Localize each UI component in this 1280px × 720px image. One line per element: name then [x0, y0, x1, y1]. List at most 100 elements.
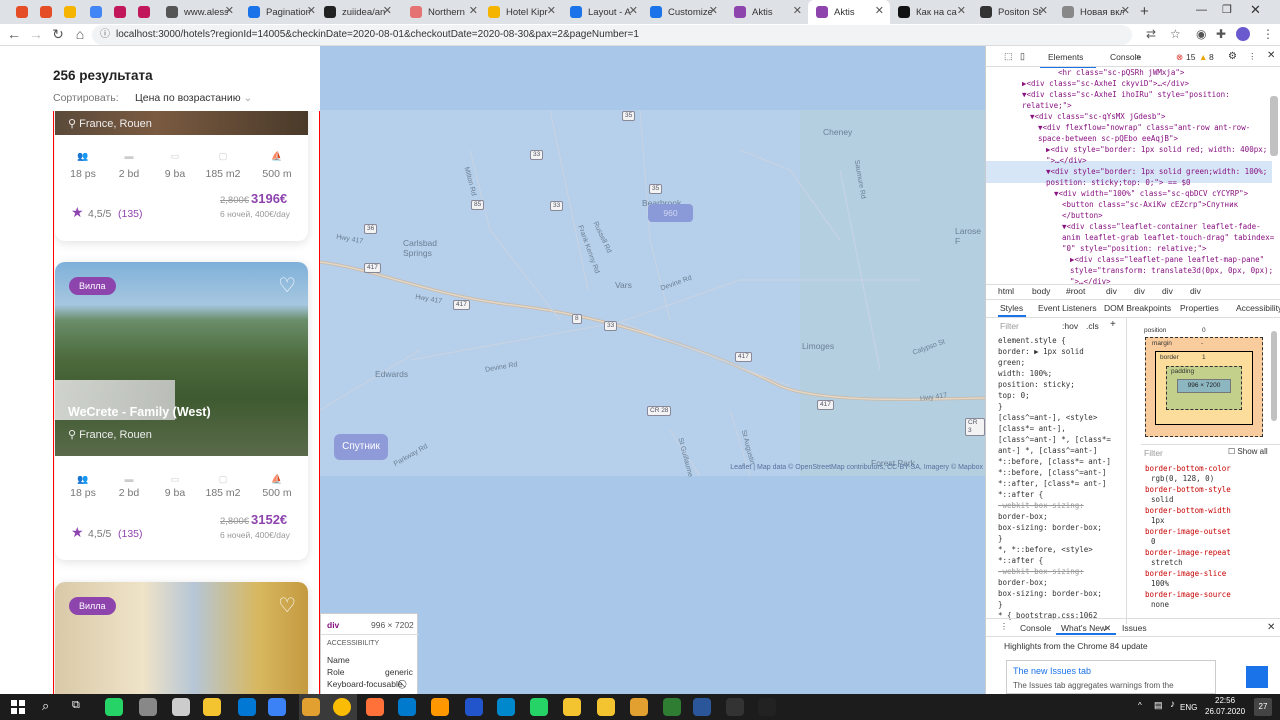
boxmodel-padding[interactable]: padding 996 × 7200 [1166, 366, 1242, 410]
browser-tab[interactable]: Hotel Kipr ✕ [480, 0, 562, 24]
style-rule-line[interactable]: *, *::before, <style> [998, 545, 1093, 554]
styles-scrollbar[interactable] [1271, 331, 1277, 421]
dom-node-line[interactable]: ">…</div> [1046, 156, 1087, 165]
dom-node-line[interactable]: ▶<div class="leaflet-pane leaflet-map-pa… [1070, 255, 1264, 264]
tab-elements[interactable]: Elements [1048, 52, 1083, 62]
task-view-icon[interactable]: ⧉ [72, 699, 80, 712]
style-rule-line[interactable]: ant-] *, [class^=ant-] [998, 446, 1097, 455]
chrome-taskbar-icon[interactable] [333, 698, 351, 716]
style-rule-line[interactable]: position: sticky; [998, 380, 1075, 389]
browser-tab[interactable]: Aktis ✕ [726, 0, 808, 24]
cls-toggle[interactable]: .cls [1086, 321, 1099, 331]
dom-node-line[interactable]: </button> [1062, 211, 1103, 220]
styles-subtab[interactable]: DOM Breakpoints [1104, 303, 1171, 313]
style-rule-line[interactable]: top: 0; [998, 391, 1030, 400]
computed-property[interactable]: border-image-slice [1145, 569, 1226, 578]
whats-new-card[interactable]: The new Issues tab The Issues tab aggreg… [1006, 660, 1216, 694]
close-window-icon[interactable]: ✕ [1250, 2, 1261, 18]
hotel-title[interactable]: WeCrete - Family (West) [68, 405, 211, 419]
breadcrumb-item[interactable]: #root [1066, 286, 1085, 296]
browser-tab[interactable] [132, 0, 156, 24]
style-rule-line[interactable]: box-sizing: border-box; [998, 523, 1102, 532]
app-icon[interactable] [302, 698, 320, 716]
extensions-icon[interactable]: ✚ [1216, 27, 1226, 41]
warning-icon[interactable]: ▲ [1199, 52, 1207, 62]
style-rule-line[interactable]: *::after { [998, 556, 1043, 565]
dom-node-line[interactable]: style="transform: translate3d(0px, 0px, … [1070, 266, 1273, 275]
dom-node-line[interactable]: ▼<div class="sc-qYsMX jGdesb"> [1030, 112, 1165, 121]
dom-node-line[interactable]: position: sticky;top: 0;"> == $0 [1046, 178, 1191, 187]
volume-icon[interactable]: ♪ [1170, 699, 1175, 710]
explorer-icon[interactable] [203, 698, 221, 716]
app-icon[interactable] [630, 698, 648, 716]
forward-arrow-icon[interactable]: → [26, 26, 46, 42]
profile-avatar[interactable] [1236, 27, 1250, 41]
vscode-icon[interactable] [398, 698, 416, 716]
sublime-icon[interactable] [431, 698, 449, 716]
new-tab-button[interactable]: + [1140, 3, 1149, 20]
style-rule-line[interactable]: border: ▶ 1px solid [998, 347, 1084, 356]
app-icon[interactable] [563, 698, 581, 716]
map-container[interactable]: Cheney Bearbrook Carlsbad Springs Vars E… [320, 46, 985, 694]
browser-tab[interactable] [84, 0, 108, 24]
browser-tab[interactable]: Layout - A ✕ [562, 0, 644, 24]
browser-tab[interactable] [58, 0, 82, 24]
settings-gear-icon[interactable]: ⚙ [1228, 51, 1237, 62]
styles-subtab[interactable]: Accessibility [1236, 303, 1280, 313]
breadcrumb-item[interactable]: body [1032, 286, 1050, 296]
breadcrumb-item[interactable]: div [1106, 286, 1117, 296]
drawer-tab-whats-new[interactable]: What's New [1061, 623, 1106, 633]
browser-tab[interactable]: Новая вкладка✕ [1054, 0, 1136, 24]
close-drawer-icon[interactable]: ✕ [1267, 622, 1275, 633]
style-rule-line[interactable]: } [998, 402, 1003, 411]
dom-node-line[interactable]: relative;"> [1022, 101, 1072, 110]
browser-tab[interactable]: Aktis ✕ [808, 0, 890, 24]
add-style-icon[interactable]: + [1110, 319, 1116, 330]
map-attribution[interactable]: Leaflet | Map data © OpenStreetMap contr… [730, 464, 983, 471]
maximize-icon[interactable]: ❐ [1222, 3, 1232, 16]
dom-node-line[interactable]: anim leaflet-grab leaflet-touch-drag" ta… [1062, 233, 1274, 242]
error-icon[interactable]: ⊗ [1176, 52, 1183, 63]
drawer-tab-console[interactable]: Console [1020, 623, 1051, 633]
app-icon[interactable] [663, 698, 681, 716]
menu-dots-icon[interactable]: ⋮ [1262, 27, 1274, 41]
style-rule-line[interactable]: [class*= ant-], [998, 424, 1066, 433]
mail-icon[interactable] [172, 698, 190, 716]
breadcrumb-item[interactable]: div [1134, 286, 1145, 296]
clock-date[interactable]: 26.07.2020 [1205, 707, 1245, 716]
show-all-checkbox[interactable]: ☐ Show all [1228, 447, 1268, 456]
whats-new-card-title[interactable]: The new Issues tab [1013, 666, 1091, 676]
device-toolbar-icon[interactable]: ▯ [1020, 51, 1025, 62]
word-icon[interactable] [693, 698, 711, 716]
translate-icon[interactable]: ⇄ [1146, 27, 1156, 41]
input-language[interactable]: ENG [1180, 703, 1197, 712]
breadcrumb-item[interactable]: div [1162, 286, 1173, 296]
browser-tab[interactable]: www.alessi ✕ [158, 0, 240, 24]
app-icon[interactable] [497, 698, 515, 716]
computed-property[interactable]: border-image-outset [1145, 527, 1231, 536]
styles-subtab[interactable]: Styles [1000, 303, 1023, 313]
browser-tab[interactable]: Positon St ✕ [972, 0, 1054, 24]
dom-node-line[interactable]: ▶<div style="border: 1px solid red; widt… [1046, 145, 1267, 154]
style-rule-line[interactable]: [class^=ant-], <style> [998, 413, 1097, 422]
app-icon[interactable] [465, 698, 483, 716]
computed-pane[interactable]: border-bottom-color rgb(0, 128, 0) border-… [1141, 462, 1280, 622]
tab-close-icon[interactable]: ✕ [1039, 4, 1048, 17]
dom-node-line[interactable]: ▶<div class="sc-AxheI ckyviD">…</div> [1022, 79, 1189, 88]
dom-node-line[interactable]: ▼<div style="border: 1px solid green;wid… [1046, 167, 1267, 176]
styles-subtab[interactable]: Event Listeners [1038, 303, 1097, 313]
search-icon[interactable]: ⌕ [42, 698, 49, 714]
dom-scrollbar[interactable] [1270, 96, 1278, 156]
breadcrumb-item[interactable]: div [1190, 286, 1201, 296]
computed-property[interactable]: border-bottom-color [1145, 464, 1231, 473]
clock-time[interactable]: 22:56 [1215, 696, 1235, 705]
dom-node-line[interactable]: ▼<div class="leaflet-container leaflet-f… [1062, 222, 1261, 231]
style-rule-line[interactable]: border-box; [998, 578, 1048, 587]
tab-close-icon[interactable]: ✕ [383, 4, 392, 17]
boxmodel-margin[interactable]: margin - border 1 padding 996 × 7200 [1145, 337, 1263, 437]
style-rule-line[interactable]: -webkit-box-sizing: [998, 567, 1084, 576]
satellite-toggle-button[interactable]: Спутник [334, 434, 388, 460]
style-rule-line[interactable]: border-box; [998, 512, 1048, 521]
browser-tab[interactable] [34, 0, 58, 24]
app-icon[interactable] [530, 698, 548, 716]
